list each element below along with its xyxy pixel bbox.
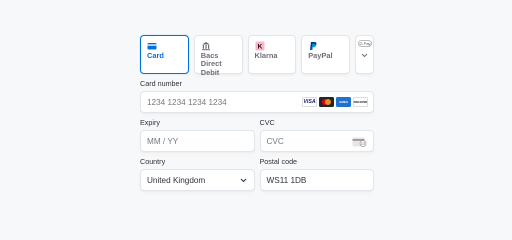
svg-text:123: 123 <box>361 142 366 146</box>
svg-text:K: K <box>257 43 262 50</box>
amex-icon: AMEX <box>336 97 351 107</box>
expiry-label: Expiry <box>140 118 160 127</box>
google-pay-badge: G Pay <box>358 40 372 47</box>
payment-method-tabs: Card Bacs Direct Debit K Klarna PayPal G… <box>140 35 374 77</box>
country-label: Country <box>140 157 166 166</box>
card-number-label: Card number <box>140 79 182 88</box>
more-payment-methods-button[interactable]: G Pay <box>355 35 374 74</box>
cvc-placeholder: CVC <box>266 136 284 146</box>
expiry-input[interactable]: MM / YY <box>140 130 255 152</box>
mastercard-icon <box>319 97 334 107</box>
card-number-placeholder: 1234 1234 1234 1234 <box>147 97 227 107</box>
tab-klarna[interactable]: K Klarna <box>247 35 297 74</box>
cvc-label: CVC <box>259 118 275 127</box>
chevron-down-icon <box>240 178 246 183</box>
cvc-card-icon: 123 <box>352 137 367 147</box>
country-value: United Kingdom <box>147 175 206 185</box>
tab-paypal-label: PayPal <box>308 51 333 60</box>
tab-paypal[interactable]: PayPal <box>301 35 350 74</box>
bank-icon <box>201 42 210 51</box>
discover-icon: DISCOVER <box>353 97 368 107</box>
card-brand-icons: VISA AMEX DISCOVER <box>302 97 368 107</box>
tab-klarna-label: Klarna <box>254 51 278 60</box>
postal-code-value: WS11 1DB <box>266 175 307 185</box>
paypal-icon <box>310 42 317 50</box>
postal-code-label: Postal code <box>259 157 298 166</box>
tab-card[interactable]: Card <box>140 35 189 74</box>
card-icon <box>147 43 157 50</box>
payment-form: Card Bacs Direct Debit K Klarna PayPal G… <box>140 35 374 191</box>
country-select[interactable]: United Kingdom <box>140 169 255 191</box>
tab-bacs-direct-debit[interactable]: Bacs Direct Debit <box>193 35 243 77</box>
tab-bacs-label: Bacs Direct Debit <box>200 51 222 77</box>
chevron-down-icon <box>361 53 368 58</box>
tab-card-label: Card <box>147 51 164 60</box>
postal-code-input[interactable]: WS11 1DB <box>259 169 374 191</box>
cvc-input[interactable]: CVC 123 <box>259 130 374 152</box>
card-number-input[interactable]: 1234 1234 1234 1234 VISA AMEX DISCOVER <box>140 91 374 113</box>
expiry-placeholder: MM / YY <box>147 136 179 146</box>
klarna-icon: K <box>255 41 264 51</box>
visa-icon: VISA <box>302 97 317 107</box>
